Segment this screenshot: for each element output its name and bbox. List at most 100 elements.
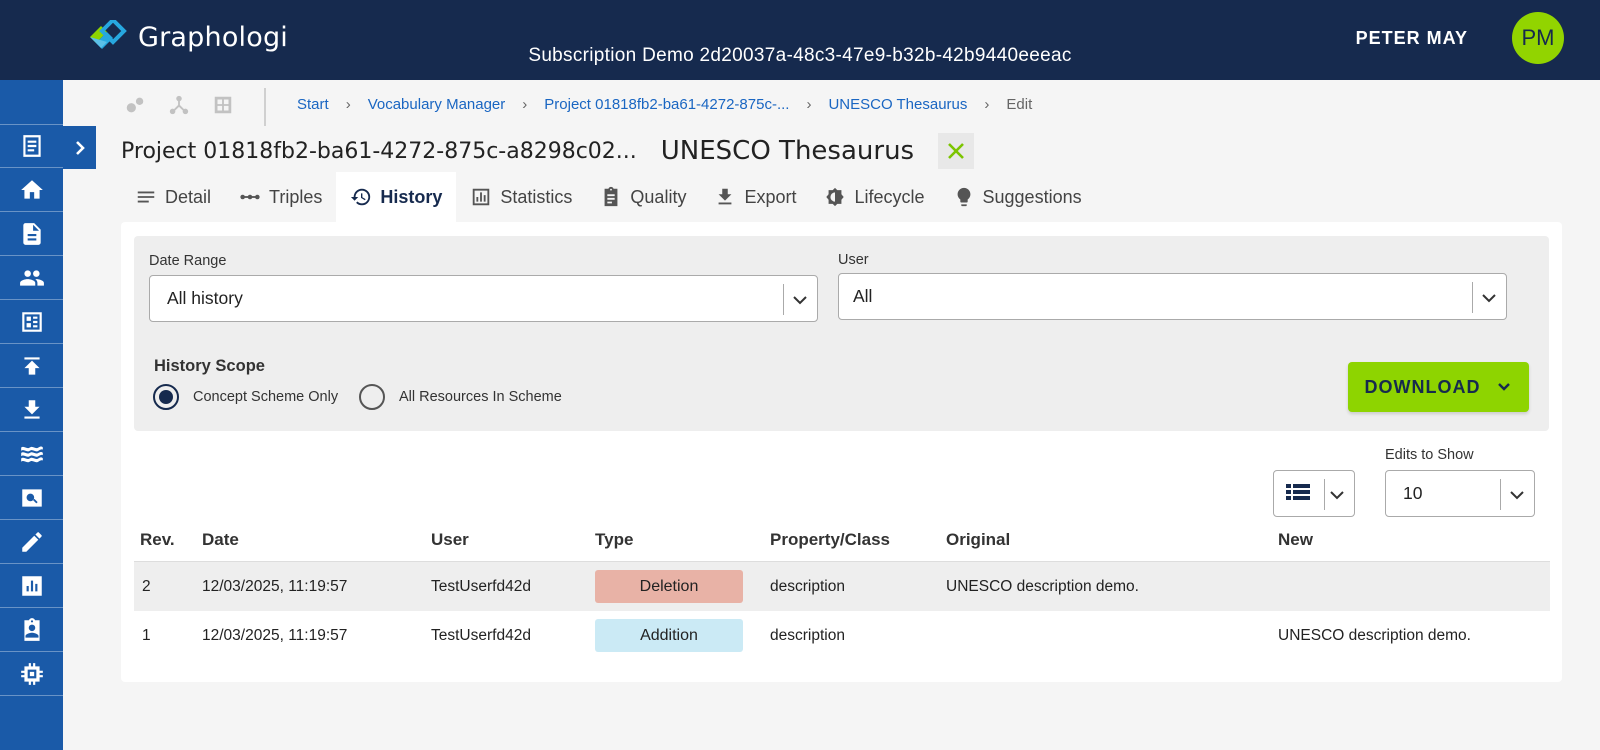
cell-rev: 1: [142, 627, 151, 644]
date-range-value: All history: [167, 288, 243, 308]
download-button[interactable]: DOWNLOAD: [1348, 362, 1529, 412]
select-divider: [1500, 479, 1501, 510]
scheme-title: UNESCO Thesaurus: [660, 136, 915, 166]
sidebar-item-settings[interactable]: [0, 652, 63, 696]
breadcrumb-start[interactable]: Start: [297, 96, 329, 113]
breadcrumb-separator: ›: [984, 96, 990, 113]
column-header-type[interactable]: Type: [595, 530, 633, 550]
history-table: Rev. Date User Type Property/Class Origi…: [134, 522, 1550, 660]
graph-view-icon[interactable]: [124, 94, 146, 116]
radio-button-checked[interactable]: [153, 384, 179, 410]
user-select[interactable]: All: [838, 273, 1507, 320]
project-title: Project 01818fb2-ba61-4272-875c-a8298c02…: [121, 138, 637, 164]
grid-view-icon[interactable]: [212, 94, 234, 116]
column-header-original[interactable]: Original: [946, 530, 1010, 550]
sidebar-item-dashboard[interactable]: [0, 300, 63, 344]
sidebar-item-search[interactable]: [0, 476, 63, 520]
export-icon: [719, 188, 732, 205]
sidebar-item-home[interactable]: [0, 168, 63, 212]
tab-statistics[interactable]: Statistics: [456, 172, 586, 222]
tab-label: Quality: [630, 186, 687, 207]
sidebar-item-vocabulary[interactable]: [0, 124, 63, 168]
column-header-rev[interactable]: Rev.: [140, 530, 175, 550]
list-view-icon: [1286, 484, 1310, 500]
home-icon: [20, 179, 43, 199]
user-label: User: [838, 252, 869, 268]
breadcrumb-vocabulary-manager[interactable]: Vocabulary Manager: [368, 96, 506, 113]
chevron-right-icon: [75, 140, 85, 155]
breadcrumb-separator: ›: [522, 96, 528, 113]
sidebar-item-reports[interactable]: [0, 564, 63, 608]
date-range-select[interactable]: All history: [149, 275, 818, 322]
tab-detail[interactable]: Detail: [121, 172, 225, 222]
edits-to-show-select[interactable]: 10: [1385, 470, 1535, 517]
sidebar-item-download[interactable]: [0, 388, 63, 432]
tab-label: Detail: [165, 186, 212, 207]
sidebar-item-profile[interactable]: [0, 608, 63, 652]
users-icon: [19, 269, 44, 286]
column-header-property[interactable]: Property/Class: [770, 530, 890, 550]
select-divider: [783, 284, 784, 315]
waves-icon: [20, 446, 43, 462]
view-toggle-select[interactable]: [1273, 470, 1355, 517]
chevron-down-icon: [793, 296, 807, 305]
type-badge-addition: Addition: [595, 619, 743, 652]
tab-export[interactable]: Export: [700, 172, 810, 222]
sidebar-item-documents[interactable]: [0, 212, 63, 256]
breadcrumb-project[interactable]: Project 01818fb2-ba61-4272-875c-...: [544, 96, 789, 113]
cell-user: TestUserfd42d: [431, 578, 531, 595]
document-icon: [22, 222, 41, 245]
user-name[interactable]: PETER MAY: [1356, 28, 1468, 49]
scope-option-label: Concept Scheme Only: [193, 389, 339, 405]
radio-dot: [159, 390, 173, 404]
list-lines-icon: [137, 191, 155, 203]
chevron-down-icon: [1482, 294, 1496, 303]
search-box-icon: [21, 488, 42, 507]
tab-suggestions[interactable]: Suggestions: [939, 172, 1096, 222]
tab-label: Triples: [269, 186, 323, 207]
top-bar: Graphologi Subscription Demo 2d20037a-48…: [0, 0, 1600, 80]
select-divider: [1472, 282, 1473, 313]
bar-chart-icon: [473, 188, 490, 206]
close-button[interactable]: [938, 133, 975, 169]
sidebar-item-edit[interactable]: [0, 520, 63, 564]
dots-line-icon: [240, 194, 260, 200]
tab-quality[interactable]: Quality: [586, 172, 700, 222]
scope-option-label: All Resources In Scheme: [399, 389, 562, 405]
avatar[interactable]: PM: [1512, 12, 1564, 64]
sidebar-item-users[interactable]: [0, 256, 63, 300]
radio-button-unchecked[interactable]: [359, 384, 385, 410]
tab-history[interactable]: History: [336, 172, 457, 222]
scope-option-all-resources[interactable]: All Resources In Scheme: [359, 384, 562, 410]
cell-property: description: [770, 627, 845, 644]
scope-option-concept-scheme[interactable]: Concept Scheme Only: [153, 384, 338, 410]
breadcrumb: Start › Vocabulary Manager › Project 018…: [297, 96, 1032, 113]
tab-label: Suggestions: [982, 186, 1082, 207]
table-row[interactable]: 1 12/03/2025, 11:19:57 TestUserfd42d Add…: [134, 611, 1550, 660]
toolbar-divider: [264, 88, 266, 126]
tab-lifecycle[interactable]: Lifecycle: [810, 172, 938, 222]
tab-label: Lifecycle: [854, 186, 925, 207]
lifecycle-icon: [826, 187, 845, 207]
sidebar-item-waves[interactable]: [0, 432, 63, 476]
sidebar-expand-button[interactable]: [63, 126, 96, 169]
cell-original: UNESCO description demo.: [946, 578, 1139, 595]
type-badge-deletion: Deletion: [595, 570, 743, 603]
tree-view-icon[interactable]: [168, 94, 190, 116]
sidebar: [0, 80, 63, 750]
table-row[interactable]: 2 12/03/2025, 11:19:57 TestUserfd42d Del…: [134, 562, 1550, 611]
page-title: Project 01818fb2-ba61-4272-875c-a8298c02…: [121, 133, 975, 169]
column-header-user[interactable]: User: [431, 530, 469, 550]
column-header-new[interactable]: New: [1278, 530, 1313, 550]
edits-to-show-label: Edits to Show: [1385, 447, 1474, 463]
close-icon: [948, 143, 965, 159]
download-label: DOWNLOAD: [1364, 376, 1481, 397]
view-mode-icons: [124, 94, 234, 116]
tab-triples[interactable]: Triples: [225, 172, 336, 222]
clipboard-icon: [605, 186, 618, 207]
column-header-date[interactable]: Date: [202, 530, 239, 550]
download-icon: [23, 399, 40, 419]
breadcrumb-scheme[interactable]: UNESCO Thesaurus: [828, 96, 967, 113]
sidebar-item-upload[interactable]: [0, 344, 63, 388]
dashboard-icon: [21, 311, 42, 332]
